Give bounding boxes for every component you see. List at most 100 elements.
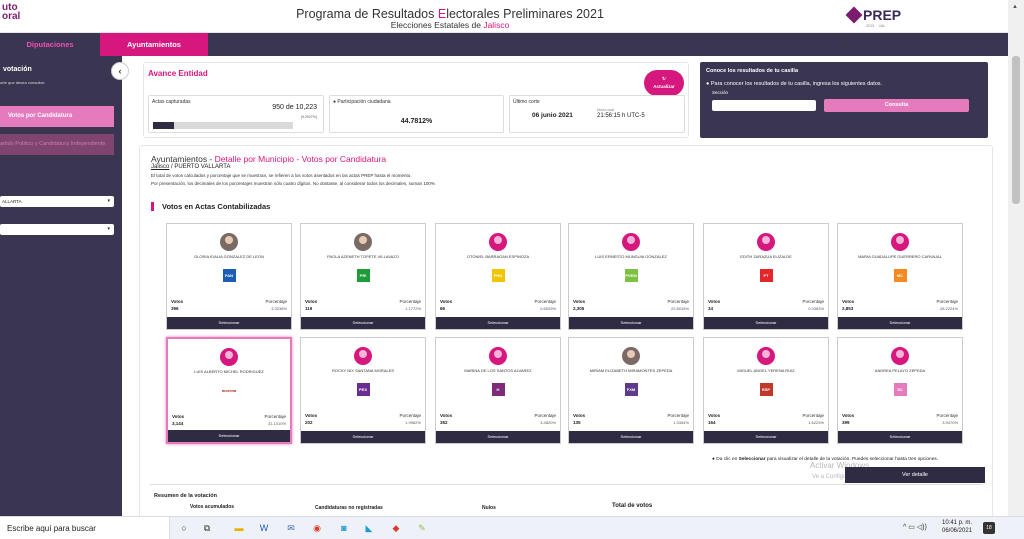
seccion-input[interactable]: [712, 100, 816, 111]
seleccionar-button[interactable]: Seleccionar: [569, 431, 693, 443]
porcentaje-value: 0.3363%: [808, 306, 824, 311]
actas-progress-bar: [153, 122, 293, 129]
anydesk-icon[interactable]: ◆: [390, 523, 402, 534]
votos-por-candidatura-button[interactable]: Votos por Candidatura: [0, 106, 114, 127]
app-icon[interactable]: ◙: [338, 523, 350, 534]
votos-label: Votos: [305, 299, 318, 304]
votos-label: Votos: [708, 413, 721, 418]
seleccionar-button[interactable]: Seleccionar: [838, 431, 962, 443]
tab-diputaciones[interactable]: Diputaciones: [0, 33, 100, 56]
porcentaje-label: Porcentaje: [534, 299, 556, 304]
cortana-icon[interactable]: ○: [178, 523, 190, 534]
prep-diamond-icon: [845, 6, 863, 24]
candidate-card[interactable]: MIGUEL ANGEL YERENA RUIZ RSP Votos 164 Porce…: [703, 337, 829, 444]
system-tray-icons[interactable]: ^ ▭ ◁)): [903, 523, 927, 531]
seleccionar-button[interactable]: Seleccionar: [569, 317, 693, 329]
municipio-select[interactable]: ALLARTA ▾: [0, 196, 114, 207]
votos-value: 399: [842, 420, 850, 425]
candidate-name: EDITH ZARAZUA ELIZALDE: [740, 254, 792, 259]
candidate-card[interactable]: EDITH ZARAZUA ELIZALDE PT Votos 34 Porcentaj…: [703, 223, 829, 330]
candidate-card[interactable]: OTONIEL BARRAGAN ESPINOZA PRD Votos 66 Porce…: [435, 223, 561, 330]
porcentaje-label: Porcentaje: [264, 414, 286, 419]
seleccionar-button[interactable]: Seleccionar: [168, 430, 290, 442]
votos-label: Votos: [573, 299, 586, 304]
tab-ayuntamientos[interactable]: Ayuntamientos: [100, 33, 208, 56]
actualizar-button[interactable]: ↻ Actualizar: [644, 70, 684, 96]
task-view-icon[interactable]: ⧉: [201, 523, 213, 534]
candidate-card[interactable]: ROCKY NIX SANTANA MORALES PES Votos 202 Porc…: [300, 337, 426, 444]
porcentaje-value: 1.9982%: [405, 420, 421, 425]
porcentaje-label: Porcentaje: [265, 299, 287, 304]
candidate-avatar: [220, 348, 238, 366]
candidate-name: LUIS ERNESTO MUNGUIA GONZALEZ: [595, 254, 667, 259]
seleccionar-button[interactable]: Seleccionar: [436, 317, 560, 329]
page-subtitle: Elecciones Estatales de Jalisco: [390, 20, 510, 30]
prep-logo[interactable]: PREP: [845, 6, 901, 24]
party-logo-icon: PRD: [491, 269, 505, 282]
mail-icon[interactable]: ✉: [285, 523, 297, 534]
porcentaje-label: Porcentaje: [936, 413, 958, 418]
clock[interactable]: 10:41 p. m. 06/06/2021: [942, 519, 972, 535]
party-logo-icon: FXM: [624, 383, 638, 396]
prep-logo-sub: 2021 · JAL: [866, 23, 886, 28]
porcentaje-value: 28.2224%: [939, 306, 958, 311]
base-de-datos-link[interactable]: ▤ Base de Datos: [832, 41, 875, 47]
actas-value: 950 de 10,223: [272, 104, 317, 111]
party-logo-icon: PAN: [222, 269, 236, 282]
prep-page: uto oral Programa de Resultados Electora…: [0, 0, 1024, 539]
votos-value: 352: [440, 420, 448, 425]
porcentaje-label: Porcentaje: [399, 299, 421, 304]
porcentaje-value: 31.1010%: [267, 421, 286, 426]
candidate-card[interactable]: GLORIA IDALIA GONZALEZ DE LEON PAN Votos 39…: [166, 223, 292, 330]
candidate-card[interactable]: LUIS ERNESTO MUNGUIA GONZALEZ PVEM Votos 2,…: [568, 223, 694, 330]
chrome-icon[interactable]: ◉: [311, 523, 323, 534]
breadcrumb: Jalisco / PUERTO VALLARTA: [151, 164, 231, 170]
actas-capturadas-card: Actas capturadas 950 de 10,223 (9.2927%): [148, 95, 324, 133]
scroll-up-icon[interactable]: ▲: [1012, 4, 1018, 10]
edge-icon[interactable]: ◣: [363, 523, 375, 534]
candidate-card[interactable]: ANDREA PELAYO ZEPEDA SC Votos 399 Porcentaje…: [837, 337, 963, 444]
candidate-name: MARINA DE LOS SANTOS ALVAREZ: [464, 368, 532, 373]
party-logo-icon: H: [491, 383, 505, 396]
page-scrollbar[interactable]: ▲: [1008, 0, 1024, 516]
collapse-sidebar-button[interactable]: ‹: [111, 62, 129, 80]
casilla-select[interactable]: ▾: [0, 224, 114, 235]
votos-por-partido-button[interactable]: artido Político y Candidatura Independie…: [0, 134, 114, 155]
votos-label: Votos: [440, 299, 453, 304]
consulta-button[interactable]: Consulta: [824, 99, 969, 112]
taskbar-search-input[interactable]: Escribe aquí para buscar: [0, 517, 170, 539]
candidate-avatar: [489, 347, 507, 365]
votos-value: 2,305: [573, 306, 585, 311]
candidate-card[interactable]: PAOLA AZENETH TOPETE VILLAVAZO PRI Votos 11…: [300, 223, 426, 330]
scroll-thumb[interactable]: [1012, 56, 1020, 204]
paint-icon[interactable]: ✎: [416, 523, 428, 534]
ver-detalle-button[interactable]: Ver detalle: [845, 467, 985, 483]
candidate-card[interactable]: MIRIAM ELIZABETH MIRAMONTES ZEPEDA FXM Vot…: [568, 337, 694, 444]
notification-icon[interactable]: 18: [983, 522, 995, 534]
info-icon: ●: [712, 457, 715, 462]
file-explorer-icon[interactable]: ▬: [233, 523, 245, 534]
candidate-card[interactable]: MARIA GUADALUPE GUERRERO CARVAJAL MC Votos…: [837, 223, 963, 330]
porcentaje-label: Porcentaje: [534, 413, 556, 418]
seleccionar-button[interactable]: Seleccionar: [167, 317, 291, 329]
seleccionar-button[interactable]: Seleccionar: [301, 431, 425, 443]
votos-value: 3,144: [172, 421, 184, 426]
seleccionar-button[interactable]: Seleccionar: [704, 317, 828, 329]
candidate-avatar: [489, 233, 507, 251]
candidate-avatar: [622, 347, 640, 365]
seleccionar-button[interactable]: Seleccionar: [436, 431, 560, 443]
candidate-card[interactable]: LUIS ALBERTO MICHEL RODRIGUEZ morena Votos…: [166, 337, 292, 444]
breadcrumb-jalisco-link[interactable]: Jalisco: [151, 164, 169, 170]
seleccionar-button[interactable]: Seleccionar: [301, 317, 425, 329]
candidate-avatar: [354, 233, 372, 251]
party-logo-icon: MC: [893, 269, 907, 282]
candidate-name: LUIS ALBERTO MICHEL RODRIGUEZ: [194, 369, 264, 374]
seleccionar-button[interactable]: Seleccionar: [838, 317, 962, 329]
word-icon[interactable]: W: [258, 523, 270, 534]
seleccionar-button[interactable]: Seleccionar: [704, 431, 828, 443]
votos-value: 202: [305, 420, 313, 425]
conoce-title: Conoce los resultados de tu casilla: [706, 68, 798, 74]
party-logo-icon: PRI: [356, 269, 370, 282]
candidate-card[interactable]: MARINA DE LOS SANTOS ALVAREZ H Votos 352 Por…: [435, 337, 561, 444]
note-text: Por presentación, los decimales de los p…: [151, 181, 435, 186]
